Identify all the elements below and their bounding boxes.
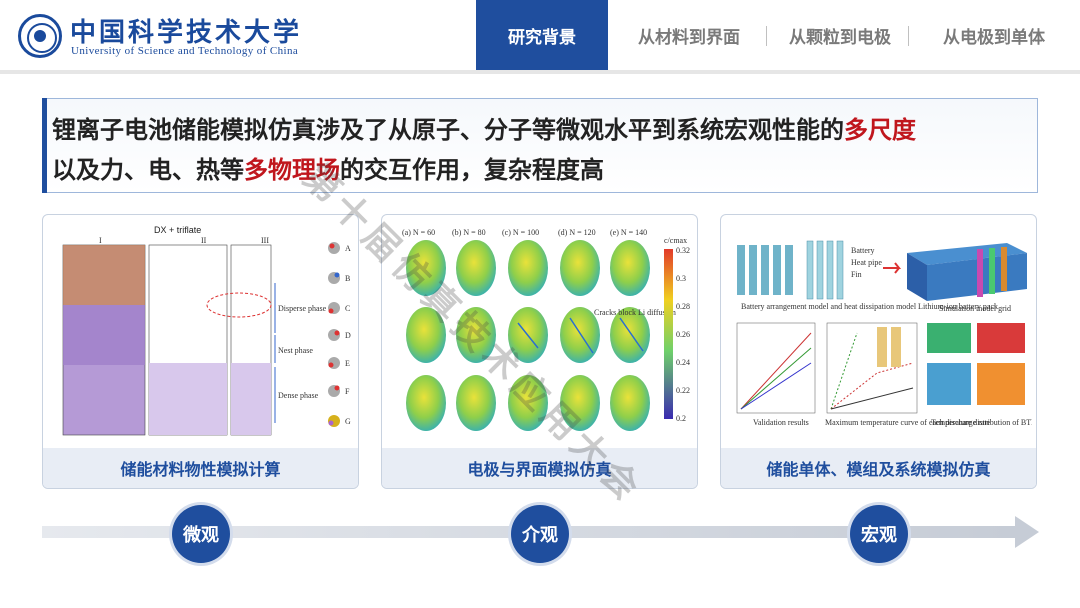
logo-english-name: University of Science and Technology of … <box>71 45 299 57</box>
header: 中国科学技术大学 University of Science and Techn… <box>0 0 1080 72</box>
molecular-dynamics-figure: DX + triflate I II III Disperse phase Ne… <box>62 225 351 436</box>
dense-region-3 <box>231 363 271 435</box>
simulation-grid-model <box>907 243 1027 301</box>
colorbar-tick: 0.22 <box>676 386 690 395</box>
molecule-label: C <box>345 304 350 313</box>
headline-line2-suffix: 的交互作用，复杂程度高 <box>340 156 604 184</box>
tab-label: 研究背景 <box>508 27 576 48</box>
legend-item: Battery <box>851 246 875 255</box>
molecule-label: A <box>345 244 351 253</box>
molecule-label: G <box>345 417 351 426</box>
scale-meso: 介观 <box>511 505 569 563</box>
tab-label: 从颗粒到电极 <box>789 27 891 48</box>
heat-pipe-array <box>806 240 844 300</box>
molecule-label: F <box>345 387 350 396</box>
phase-label: Nest phase <box>278 346 313 355</box>
colorbar-tick: 0.28 <box>676 302 690 311</box>
sub-caption: Simulation model grid <box>939 304 1011 313</box>
molecule-label: D <box>345 331 351 340</box>
solvent-layer <box>63 245 145 305</box>
column-label: I <box>99 236 102 245</box>
phase-label: Dense phase <box>278 391 319 400</box>
headline-line-1: 锂离子电池储能模拟仿真涉及了从原子、分子等微观水平到系统宏观性能的多尺度 <box>52 110 1032 150</box>
headline-text: 锂离子电池储能模拟仿真涉及了从原子、分子等微观水平到系统宏观性能的多尺度 以及力… <box>52 110 1032 190</box>
column-label: (e) N = 140 <box>610 228 647 237</box>
logo-chinese-name: 中国科学技术大学 <box>70 18 303 48</box>
headline-line-2: 以及力、电、热等多物理场的交互作用，复杂程度高 <box>52 150 1032 190</box>
legend-item: Heat pipe <box>851 258 882 267</box>
battery-pack-figure: Battery Heat pipe Fin Battery arrangemen… <box>736 240 1032 427</box>
tab-electrode-to-cell[interactable]: 从电极到单体 <box>922 0 1066 70</box>
scale-macro: 宏观 <box>850 505 908 563</box>
university-seal-icon <box>18 14 62 58</box>
molecule-label: B <box>345 274 350 283</box>
colorbar-tick: 0.24 <box>676 358 690 367</box>
chart-caption: Validation results <box>753 418 809 427</box>
arrow-right-icon <box>883 262 902 274</box>
molecule-label: E <box>345 359 350 368</box>
temperature-distribution <box>927 323 1025 405</box>
max-temperature-chart <box>826 322 918 414</box>
tab-material-to-interface[interactable]: 从材料到界面 <box>620 0 758 70</box>
mixed-layer <box>63 305 145 365</box>
headline-highlight-multiscale: 多尺度 <box>844 116 916 144</box>
column-label: II <box>201 236 207 245</box>
headline-line1-prefix: 锂离子电池储能模拟仿真涉及了从原子、分子等微观水平到系统宏观性能的 <box>52 116 844 144</box>
headline-line2-prefix: 以及力、电、热等 <box>52 156 244 184</box>
phase-label: Disperse phase <box>278 304 327 313</box>
chart-caption: Temperature distribution of BTMS <box>931 418 1032 427</box>
panel-caption: 储能单体、模组及系统模拟仿真 <box>721 448 1036 488</box>
battery-array <box>737 245 793 295</box>
header-divider <box>0 70 1080 74</box>
column-label: (c) N = 100 <box>502 228 539 237</box>
scale-micro: 微观 <box>172 505 230 563</box>
colorbar-tick: 0.3 <box>676 274 686 283</box>
colorbar <box>664 249 673 419</box>
tab-separator <box>766 26 767 46</box>
colorbar-title: c/cmax <box>664 236 687 245</box>
tab-label: 从电极到单体 <box>943 27 1045 48</box>
column-label: (d) N = 120 <box>558 228 596 237</box>
validation-chart <box>736 322 816 414</box>
tab-particle-to-electrode[interactable]: 从颗粒到电极 <box>772 0 908 70</box>
panel-cell-module-simulation: Battery Heat pipe Fin Battery arrangemen… <box>720 214 1037 489</box>
tab-label: 从材料到界面 <box>638 27 740 48</box>
figure-title: DX + triflate <box>154 225 201 235</box>
legend-item: Fin <box>851 270 862 279</box>
panel-material-simulation: DX + triflate I II III Disperse phase Ne… <box>42 214 359 489</box>
headline-accent-bar <box>42 98 47 193</box>
colorbar-tick: 0.2 <box>676 414 686 423</box>
dense-region-2 <box>149 363 227 435</box>
colorbar-tick: 0.32 <box>676 246 690 255</box>
crack-annotation: Cracks block Li diffusion <box>594 308 676 317</box>
colorbar-tick: 0.26 <box>676 330 690 339</box>
tab-research-background[interactable]: 研究背景 <box>476 0 608 70</box>
tab-separator <box>908 26 909 46</box>
molecule-column <box>328 242 340 427</box>
panel-caption: 储能材料物性模拟计算 <box>43 448 358 488</box>
scale-arrow-head-icon <box>1015 516 1039 548</box>
column-label: (b) N = 80 <box>452 228 486 237</box>
column-label: III <box>261 236 269 245</box>
